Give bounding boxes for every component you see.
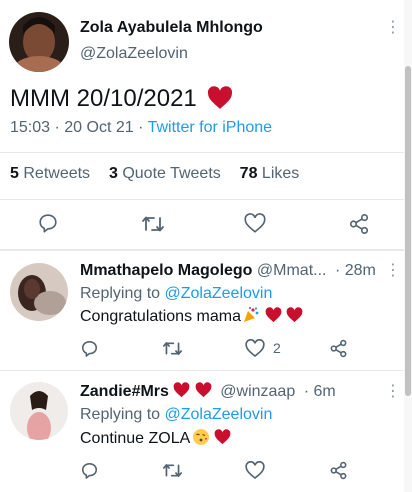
stats-row: 5 Retweets 3 Quote Tweets 78 Likes [10, 165, 299, 183]
author-handle[interactable]: @ZolaZeelovin [80, 45, 188, 63]
likes-count: 78 [239, 165, 258, 182]
divider [0, 152, 404, 153]
reply-icon[interactable] [80, 339, 99, 358]
replying-prefix: Replying to [80, 406, 165, 423]
reply-icon[interactable] [80, 461, 99, 480]
heart-emoji [286, 307, 303, 323]
author-name[interactable]: Zola Ayabulela Mhlongo [80, 19, 263, 37]
avatar-main[interactable] [9, 12, 69, 72]
likes-label: Likes [261, 165, 300, 182]
kiss-emoji [192, 429, 209, 446]
reply-time[interactable]: · 28m [335, 262, 376, 279]
heart-emoji [214, 429, 231, 445]
reply-text-content: Congratulations mama [80, 308, 241, 325]
tweet-text-content: MMM 20/10/2021 [10, 85, 197, 112]
avatar-reply[interactable] [10, 263, 68, 321]
replying-prefix: Replying to [80, 285, 165, 302]
scrollbar-thumb[interactable] [405, 66, 411, 396]
client-link[interactable]: Twitter for iPhone [148, 119, 273, 136]
timestamp[interactable]: 15:03 · 20 Oct 21 · [10, 119, 148, 136]
replying-to-link[interactable]: @ZolaZeelovin [165, 285, 273, 302]
more-icon[interactable]: ⋮ [385, 20, 401, 36]
reply-text-content: Continue ZOLA [80, 430, 190, 447]
divider [0, 249, 404, 251]
reply-header: Mmathapelo Magolego @Mmat... · 28m [80, 262, 376, 280]
like-icon[interactable] [245, 339, 265, 358]
retweets-label: Retweets [23, 165, 91, 182]
tweet-meta: 15:03 · 20 Oct 21 · Twitter for iPhone [10, 119, 272, 137]
heart-emoji [265, 307, 282, 323]
reply-icon[interactable] [37, 212, 59, 234]
heart-emoji [173, 382, 190, 398]
quote-count: 3 [108, 165, 118, 182]
retweet-icon[interactable] [162, 461, 183, 480]
retweet-icon[interactable] [162, 339, 183, 358]
retweet-icon[interactable] [141, 213, 165, 235]
reply-text: Continue ZOLA [80, 429, 231, 448]
reply-author-handle[interactable]: @winzaap [220, 383, 295, 400]
like-count: 2 [273, 340, 281, 356]
quote-label: Quote Tweets [122, 165, 221, 182]
reply-author-name[interactable]: Mmathapelo Magolego [80, 262, 252, 279]
likes-stat[interactable]: 78 Likes [240, 165, 300, 182]
celebration-emoji [244, 307, 259, 323]
more-icon[interactable]: ⋮ [385, 384, 401, 400]
reply-text: Congratulations mama [80, 307, 303, 326]
replying-to: Replying to @ZolaZeelovin [80, 285, 272, 303]
more-icon[interactable]: ⋮ [385, 263, 401, 279]
reply-author-handle[interactable]: @Mmat... [257, 262, 327, 279]
divider [0, 199, 404, 200]
reply-time[interactable]: · 6m [304, 383, 336, 400]
like-icon[interactable] [244, 213, 266, 234]
share-icon[interactable] [329, 339, 348, 358]
divider [0, 370, 404, 371]
share-icon[interactable] [329, 461, 348, 480]
quote-stat[interactable]: 3 Quote Tweets [109, 165, 221, 182]
replying-to: Replying to @ZolaZeelovin [80, 406, 272, 424]
avatar-reply[interactable] [10, 382, 68, 440]
reply-author-name[interactable]: Zandie#Mrs [80, 383, 169, 400]
retweets-stat[interactable]: 5 Retweets [10, 165, 90, 182]
like-icon[interactable] [245, 461, 265, 480]
share-icon[interactable] [348, 213, 370, 235]
heart-emoji [195, 382, 212, 398]
scrollbar[interactable] [404, 0, 412, 492]
tweet-text: MMM 20/10/2021 [10, 85, 233, 113]
retweets-count: 5 [10, 165, 19, 182]
heart-emoji [208, 85, 233, 109]
reply-header: Zandie#Mrs @winzaap · 6m [80, 382, 336, 401]
replying-to-link[interactable]: @ZolaZeelovin [165, 406, 273, 423]
